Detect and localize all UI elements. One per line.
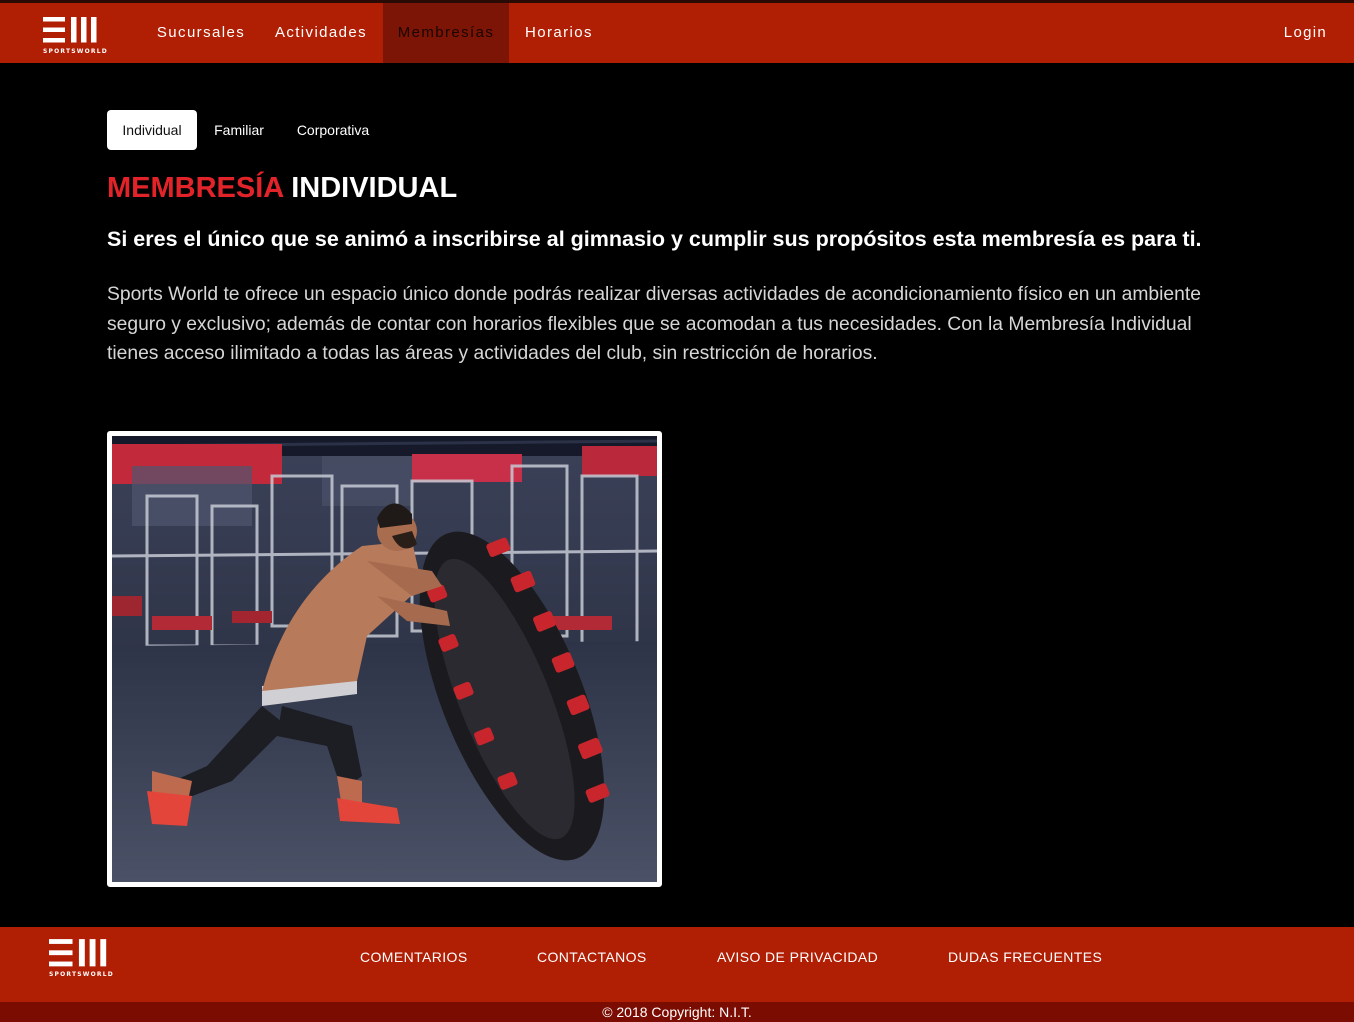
nav-sucursales[interactable]: Sucursales [143, 3, 259, 63]
copyright-bar: © 2018 Copyright: N.I.T. [0, 1002, 1354, 1022]
login-link[interactable]: Login [1284, 3, 1327, 63]
page-title-accent: MEMBRESÍA [107, 172, 284, 204]
top-navbar: SPORTSWORLD Sucursales Actividades Membr… [0, 3, 1354, 63]
footer-link-comentarios[interactable]: COMENTARIOS [360, 927, 468, 987]
gym-photo-image [112, 436, 657, 882]
page-subtitle: Si eres el único que se animó a inscribi… [107, 227, 1202, 251]
logo-wordmark: SPORTSWORLD [43, 48, 108, 55]
page-title: MEMBRESÍA INDIVIDUAL [107, 170, 457, 206]
tab-individual[interactable]: Individual [107, 110, 197, 150]
footer-logo[interactable]: SPORTSWORLD [49, 939, 113, 979]
footer: SPORTSWORLD COMENTARIOS CONTACTANOS AVIS… [0, 927, 1354, 1002]
footer-link-dudas-frecuentes[interactable]: DUDAS FRECUENTES [948, 927, 1102, 987]
nav-horarios[interactable]: Horarios [509, 3, 609, 63]
nav-membresias[interactable]: Membresías [383, 3, 509, 63]
sportsworld-logo-icon [43, 17, 97, 43]
footer-logo-wordmark: SPORTSWORLD [49, 971, 114, 978]
sportsworld-logo[interactable]: SPORTSWORLD [43, 17, 107, 57]
nav-actividades[interactable]: Actividades [259, 3, 383, 63]
membership-photo [107, 431, 662, 887]
tab-corporativa[interactable]: Corporativa [283, 110, 383, 150]
sportsworld-logo-icon [49, 939, 107, 967]
membership-description: Sports World te ofrece un espacio único … [107, 284, 1201, 364]
footer-link-aviso-privacidad[interactable]: AVISO DE PRIVACIDAD [717, 927, 878, 987]
page-title-rest: INDIVIDUAL [291, 172, 458, 204]
tab-familiar[interactable]: Familiar [201, 110, 277, 150]
footer-link-contactanos[interactable]: CONTACTANOS [537, 927, 647, 987]
